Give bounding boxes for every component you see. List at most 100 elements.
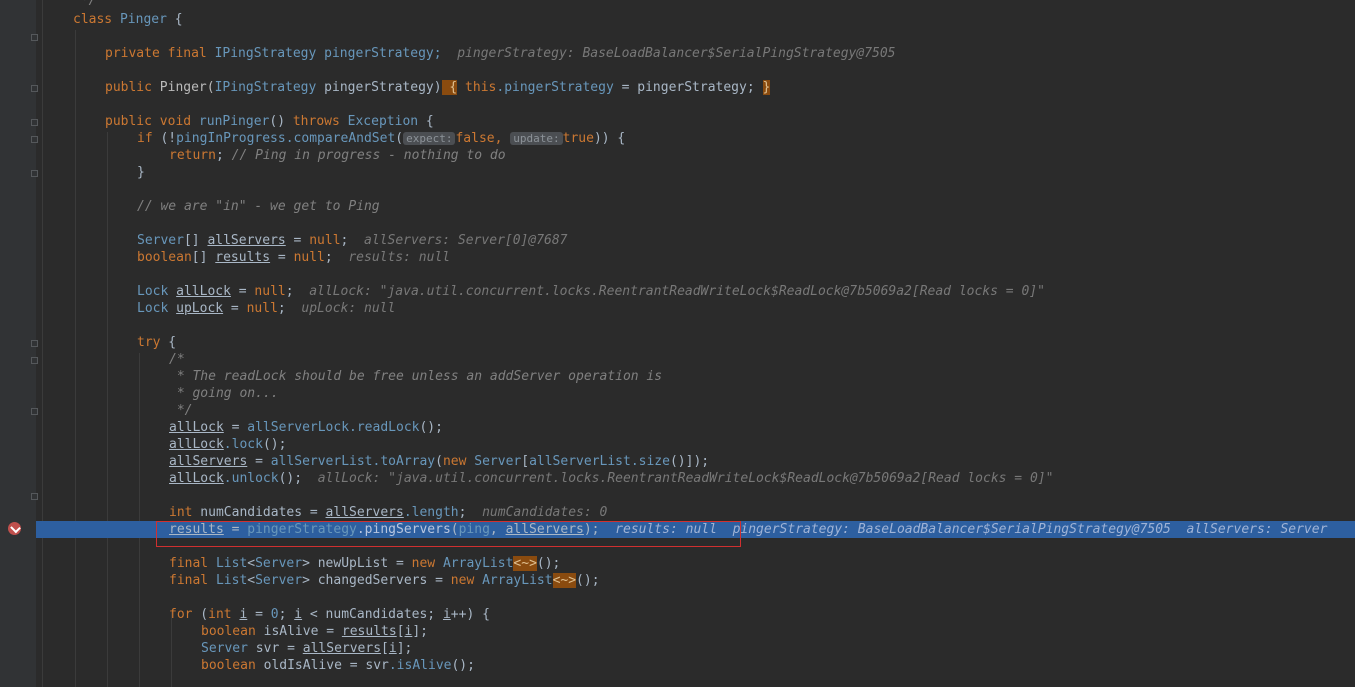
type-name: Server	[255, 573, 303, 588]
keyword: boolean	[201, 658, 256, 673]
constructor-name: Pinger(	[159, 80, 215, 95]
fold-marker[interactable]	[31, 357, 38, 364]
code-text: ];	[396, 641, 413, 656]
indent-guide	[139, 353, 140, 687]
keyword: new	[442, 454, 467, 469]
code-text: =	[270, 250, 294, 265]
variable-name: i	[294, 607, 303, 622]
field-name: allServerList	[270, 454, 373, 469]
code-text: (	[395, 131, 404, 146]
fold-marker[interactable]	[31, 136, 38, 143]
code-text: ;	[458, 505, 467, 520]
code-text: (	[435, 454, 443, 469]
code-text: <	[247, 573, 256, 588]
diamond-fold[interactable]: <~>	[513, 556, 537, 571]
type-name: Server	[201, 641, 248, 656]
code-line: allLock.unlock(); allLock: "java.util.co…	[169, 470, 1053, 487]
code-text: =	[223, 301, 247, 316]
keyword: new	[411, 556, 436, 571]
type-name: Exception	[347, 114, 419, 129]
keyword: boolean	[137, 250, 192, 265]
code-line: final List<Server> changedServers = new …	[169, 572, 600, 589]
debug-value: allServers: Server[0]@7687	[364, 233, 568, 248]
breakpoint-icon[interactable]	[8, 522, 21, 535]
keyword: public	[105, 80, 152, 95]
variable-name: results	[341, 624, 397, 639]
diamond-fold[interactable]: <~>	[552, 573, 577, 588]
variable-name: results	[215, 250, 271, 265]
code-line: Server[] allServers = null; allServers: …	[137, 232, 568, 249]
indent-guide	[171, 612, 172, 687]
field-name: allServerList	[529, 454, 631, 469]
code-text: ;	[277, 301, 286, 316]
code-line: try {	[137, 334, 176, 351]
code-text: [	[521, 454, 530, 469]
variable-name: allLock	[176, 284, 231, 299]
code-text: []	[191, 250, 216, 265]
keyword: throws	[292, 114, 340, 129]
code-line: public void runPinger() throws Exception…	[105, 113, 434, 130]
variable-name: i	[442, 607, 451, 622]
code-line: /*	[169, 351, 185, 368]
code-line: allLock = allServerLock.readLock();	[169, 419, 443, 436]
method-name: .toArray	[372, 454, 436, 469]
code-text: ;	[285, 284, 294, 299]
variable-name: allLock	[169, 420, 224, 435]
code-text: ();	[576, 573, 600, 588]
method-name: .isAlive	[388, 658, 452, 673]
code-text: [	[381, 641, 389, 656]
comment: */	[169, 403, 193, 418]
code-text: =	[247, 607, 271, 622]
variable-name: allServers	[207, 233, 286, 248]
code-text: =	[223, 420, 248, 435]
fold-marker[interactable]	[31, 340, 38, 347]
code-line: allServers = allServerList.toArray(new S…	[169, 453, 709, 470]
code-line: boolean isAlive = results[i];	[201, 623, 428, 640]
method-name: .unlock	[223, 471, 279, 486]
debug-value: allLock: "java.util.concurrent.locks.Ree…	[317, 471, 1054, 486]
field-name: pingerStrategy;	[316, 46, 442, 61]
keyword: final	[169, 556, 209, 571]
variable-name: allServers	[325, 505, 404, 520]
number-literal: 0	[270, 607, 279, 622]
keyword: return	[169, 148, 216, 163]
debug-value: allServers: Server	[1186, 522, 1328, 537]
code-text: (	[192, 607, 209, 622]
fold-marker[interactable]	[31, 408, 38, 415]
fold-marker[interactable]	[31, 170, 38, 177]
comment: */	[73, 0, 97, 8]
code-line: Server svr = allServers[i];	[201, 640, 412, 657]
variable-name: upLock	[176, 301, 224, 316]
method-name: runPinger	[198, 114, 270, 129]
code-text: isAlive =	[255, 624, 342, 639]
type-name: IPingStrategy	[214, 80, 317, 95]
fold-marker[interactable]	[31, 493, 38, 500]
debug-value: pingerStrategy: BaseLoadBalancer$SerialP…	[732, 522, 1171, 537]
code-text: < numCandidates;	[302, 607, 443, 622]
fold-marker[interactable]	[31, 34, 38, 41]
code-line: class Pinger {	[73, 11, 183, 28]
comment: * going on...	[169, 386, 279, 401]
code-line: * going on...	[169, 385, 279, 402]
code-line: */	[73, 0, 97, 9]
brace-highlight: {	[441, 80, 458, 95]
comment: /*	[169, 352, 185, 367]
keyword: false,	[455, 131, 503, 146]
code-text: <	[247, 556, 256, 571]
type-name: ArrayList	[442, 556, 514, 571]
keyword: int	[169, 505, 193, 520]
code-line: */	[169, 402, 193, 419]
indent-guide	[107, 132, 108, 687]
code-line: private final IPingStrategy pingerStrate…	[105, 45, 896, 62]
code-text: > newUpList =	[302, 556, 412, 571]
field-name: pingInProgress	[176, 131, 286, 146]
code-line: }	[137, 164, 145, 181]
variable-name: allLock	[169, 437, 224, 452]
fold-marker[interactable]	[31, 85, 38, 92]
field-name: .length	[403, 505, 459, 520]
code-text: {	[166, 12, 183, 27]
keyword: null	[254, 284, 286, 299]
code-text: ;	[215, 148, 224, 163]
fold-marker[interactable]	[31, 119, 38, 126]
type-name: Lock	[137, 301, 169, 316]
